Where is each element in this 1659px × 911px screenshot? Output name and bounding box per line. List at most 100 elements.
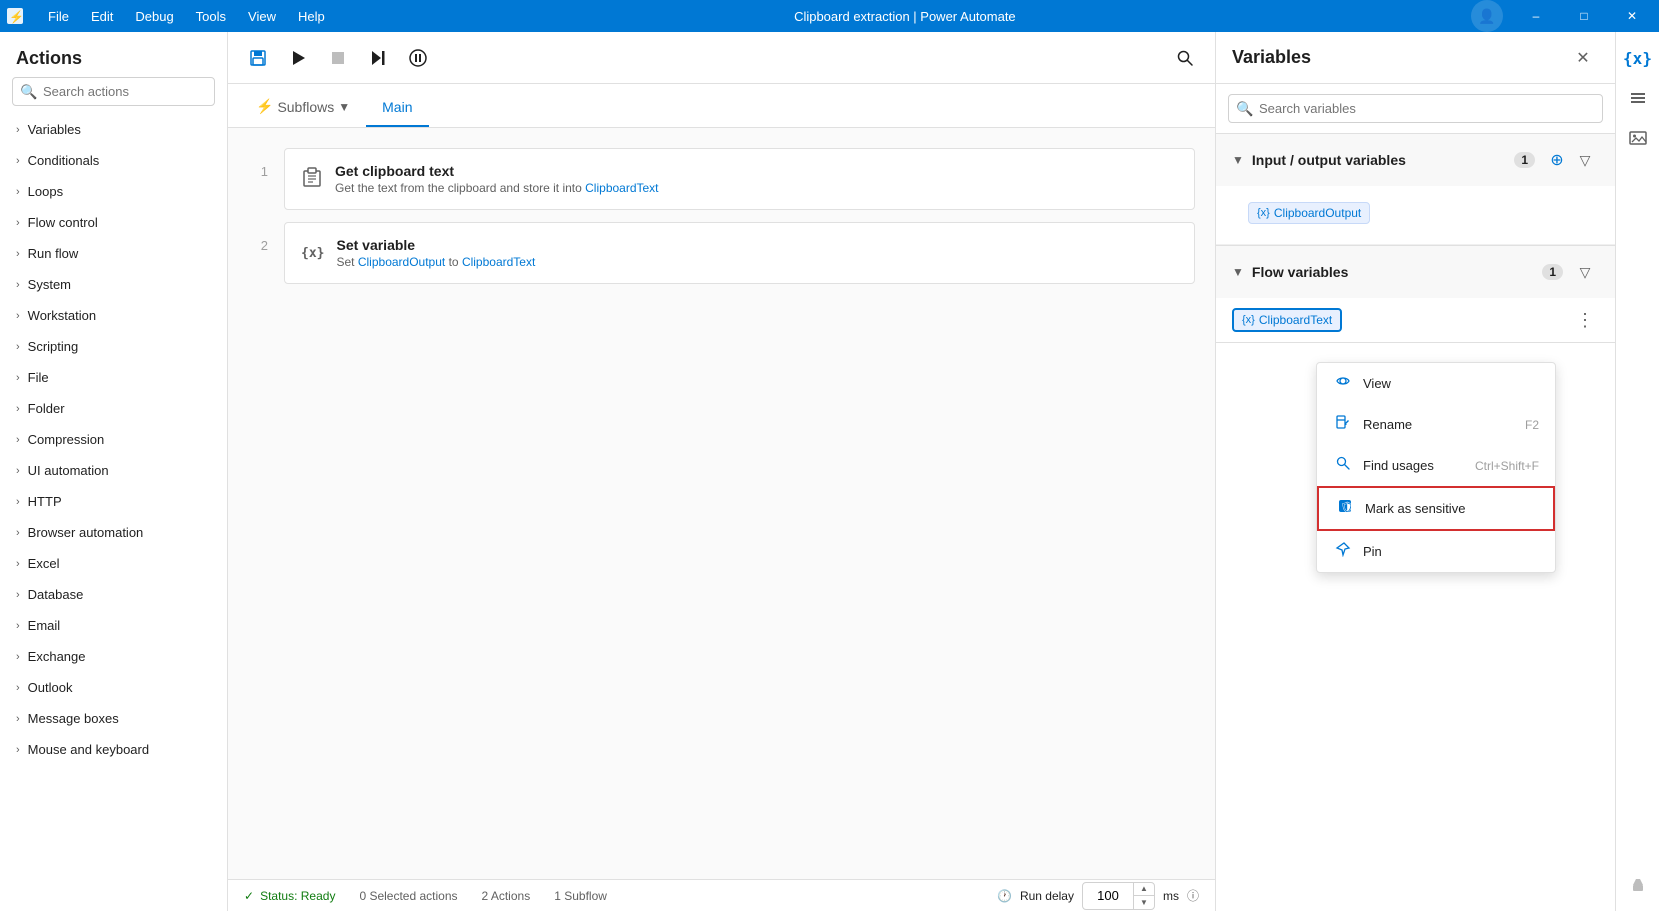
tab-subflows[interactable]: ⚡ Subflows ▼ (240, 88, 366, 127)
io-add-button[interactable]: ⊕ (1543, 146, 1571, 174)
canvas-search-button[interactable] (1167, 40, 1203, 76)
clipboard-icon (301, 166, 323, 193)
context-rename-label: Rename (1363, 417, 1412, 432)
step-card-1[interactable]: Get clipboard text Get the text from the… (284, 148, 1195, 210)
user-avatar[interactable]: 👤 (1471, 0, 1503, 32)
action-label: Exchange (28, 649, 86, 664)
sidebar-eraser-button[interactable] (1620, 867, 1656, 903)
action-item-flowcontrol[interactable]: › Flow control (0, 207, 227, 238)
menu-tools[interactable]: Tools (186, 5, 236, 28)
action-item-email[interactable]: › Email (0, 610, 227, 641)
next-step-button[interactable] (360, 40, 396, 76)
pause-button[interactable] (400, 40, 436, 76)
action-item-outlook[interactable]: › Outlook (0, 672, 227, 703)
menu-file[interactable]: File (38, 5, 79, 28)
rename-shortcut: F2 (1525, 418, 1539, 432)
delay-decrement-button[interactable]: ▼ (1134, 896, 1154, 909)
io-filter-button[interactable]: ▽ (1571, 146, 1599, 174)
delay-spinners: ▲ ▼ (1133, 883, 1154, 909)
action-item-scripting[interactable]: › Scripting (0, 331, 227, 362)
maximize-button[interactable]: □ (1561, 0, 1607, 32)
action-item-excel[interactable]: › Excel (0, 548, 227, 579)
chevron-right-icon: › (16, 372, 20, 384)
search-variables-input[interactable] (1228, 94, 1603, 123)
menu-debug[interactable]: Debug (125, 5, 183, 28)
action-item-messageboxes[interactable]: › Message boxes (0, 703, 227, 734)
variable-options-button[interactable]: ⋮ (1571, 306, 1599, 334)
sidebar-image-button[interactable] (1620, 120, 1656, 156)
io-section-header[interactable]: ▼ Input / output variables 1 ⊕ ▽ (1216, 134, 1615, 186)
chevron-right-icon: › (16, 341, 20, 353)
tab-main[interactable]: Main (366, 89, 428, 127)
step-card-2[interactable]: {x} Set variable Set ClipboardOutput to … (284, 222, 1195, 284)
search-actions-input[interactable] (12, 77, 215, 106)
context-menu-findusages[interactable]: Find usages Ctrl+Shift+F (1317, 445, 1555, 486)
flow-filter-button[interactable]: ▽ (1571, 258, 1599, 286)
step-content-2: Set variable Set ClipboardOutput to Clip… (336, 237, 1178, 269)
action-item-compression[interactable]: › Compression (0, 424, 227, 455)
save-button[interactable] (240, 40, 276, 76)
flow-variable-chip[interactable]: {x} ClipboardText (1232, 308, 1342, 332)
delay-increment-button[interactable]: ▲ (1134, 883, 1154, 896)
clock-icon: 🕐 (997, 889, 1012, 903)
variables-close-button[interactable]: ✕ (1567, 42, 1599, 74)
action-item-http[interactable]: › HTTP (0, 486, 227, 517)
action-label: Mouse and keyboard (28, 742, 149, 757)
run-button[interactable] (280, 40, 316, 76)
action-item-file[interactable]: › File (0, 362, 227, 393)
menu-edit[interactable]: Edit (81, 5, 123, 28)
flow-section-header[interactable]: ▼ Flow variables 1 ▽ (1216, 246, 1615, 298)
stop-button[interactable] (320, 40, 356, 76)
action-label: Database (28, 587, 84, 602)
action-item-browserauto[interactable]: › Browser automation (0, 517, 227, 548)
window-controls: 👤 – □ ✕ (1467, 0, 1659, 32)
chevron-right-icon: › (16, 558, 20, 570)
action-item-runflow[interactable]: › Run flow (0, 238, 227, 269)
sidebar-layers-button[interactable] (1620, 80, 1656, 116)
action-item-loops[interactable]: › Loops (0, 176, 227, 207)
menu-help[interactable]: Help (288, 5, 335, 28)
var-link-clipboardoutput[interactable]: ClipboardOutput (358, 255, 445, 269)
pin-icon (1333, 541, 1353, 562)
action-label: Outlook (28, 680, 73, 695)
chevron-right-icon: › (16, 248, 20, 260)
flow-section-badge: 1 (1542, 264, 1563, 280)
tab-subflows-label: Subflows (277, 99, 334, 115)
run-delay-value[interactable] (1083, 886, 1133, 905)
action-item-system[interactable]: › System (0, 269, 227, 300)
tabs-bar: ⚡ Subflows ▼ Main (228, 84, 1215, 128)
context-menu-marksensitive[interactable]: 🛡 Mark as sensitive (1317, 486, 1555, 531)
context-view-label: View (1363, 376, 1391, 391)
variable-icon: {x} (1242, 314, 1255, 326)
minimize-button[interactable]: – (1513, 0, 1559, 32)
action-label: Browser automation (28, 525, 144, 540)
action-item-uiautomation[interactable]: › UI automation (0, 455, 227, 486)
flow-section-title: Flow variables (1252, 264, 1542, 280)
menu-bar: File Edit Debug Tools View Help (30, 5, 343, 28)
io-chevron-icon: ▼ (1232, 153, 1244, 167)
var-link-clipboardtext[interactable]: ClipboardText (585, 181, 658, 195)
actions-panel: Actions 🔍 › Variables › Conditionals › L… (0, 32, 228, 911)
action-item-variables[interactable]: › Variables (0, 114, 227, 145)
flow-step-1: 1 Get clipboard text (248, 148, 1195, 210)
action-item-folder[interactable]: › Folder (0, 393, 227, 424)
flow-canvas[interactable]: 1 Get clipboard text (228, 128, 1215, 879)
context-menu-rename[interactable]: Rename F2 (1317, 404, 1555, 445)
sidebar-variables-button[interactable]: {x} (1620, 40, 1656, 76)
chevron-right-icon: › (16, 527, 20, 539)
action-label: UI automation (28, 463, 109, 478)
chevron-right-icon: › (16, 279, 20, 291)
io-variable-chip[interactable]: {x} ClipboardOutput (1248, 202, 1370, 224)
var-link-clipboardtext2[interactable]: ClipboardText (462, 255, 535, 269)
menu-view[interactable]: View (238, 5, 286, 28)
action-item-exchange[interactable]: › Exchange (0, 641, 227, 672)
action-label: Flow control (28, 215, 98, 230)
action-label: Variables (28, 122, 81, 137)
action-item-workstation[interactable]: › Workstation (0, 300, 227, 331)
action-item-mousekeyboard[interactable]: › Mouse and keyboard (0, 734, 227, 765)
close-button[interactable]: ✕ (1609, 0, 1655, 32)
context-menu-pin[interactable]: Pin (1317, 531, 1555, 572)
action-item-database[interactable]: › Database (0, 579, 227, 610)
action-item-conditionals[interactable]: › Conditionals (0, 145, 227, 176)
context-menu-view[interactable]: View (1317, 363, 1555, 404)
